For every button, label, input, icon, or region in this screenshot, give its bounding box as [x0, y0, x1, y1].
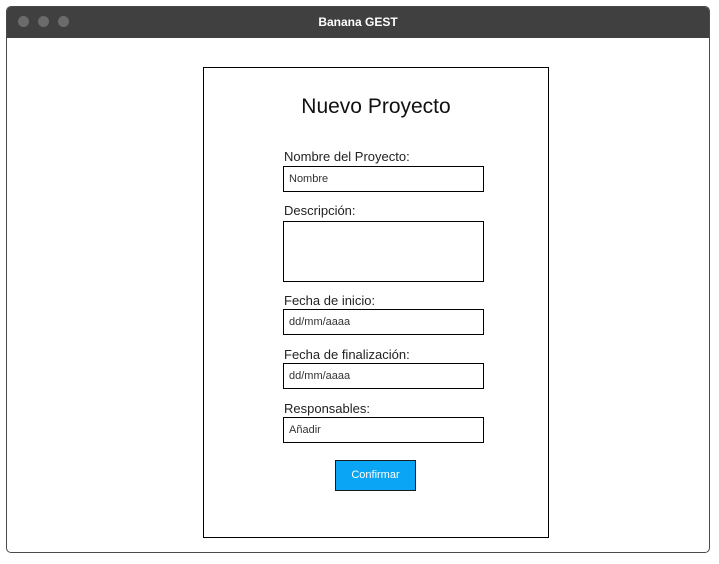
description-label: Descripción: [284, 203, 356, 218]
new-project-form: Nuevo Proyecto Nombre del Proyecto: Nomb… [203, 67, 549, 538]
title-bar: Banana GEST [7, 7, 709, 38]
start-date-label: Fecha de inicio: [284, 293, 376, 308]
responsibles-input[interactable]: Añadir [283, 417, 484, 443]
form-title: Nuevo Proyecto [301, 95, 451, 118]
confirm-button[interactable]: Confirmar [335, 460, 416, 491]
window-title: Banana GEST [318, 15, 398, 29]
description-textarea[interactable] [283, 221, 484, 282]
start-date-input[interactable]: dd/mm/aaaa [283, 309, 484, 335]
app-window: Banana GEST Nuevo Proyecto Nombre del Pr… [6, 6, 710, 553]
end-date-input[interactable]: dd/mm/aaaa [283, 363, 484, 389]
end-date-label: Fecha de finalización: [284, 347, 410, 362]
project-name-input[interactable]: Nombre [283, 166, 484, 192]
project-name-label: Nombre del Proyecto: [284, 149, 410, 164]
responsibles-label: Responsables: [284, 401, 370, 416]
